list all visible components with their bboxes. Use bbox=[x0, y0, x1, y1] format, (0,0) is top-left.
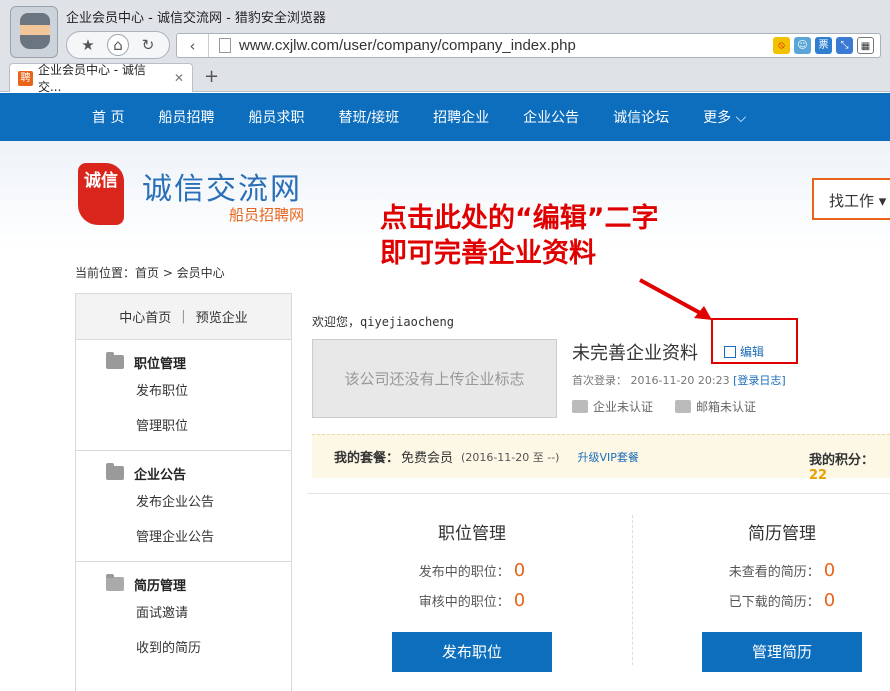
ticket-icon[interactable]: 票 bbox=[815, 37, 832, 54]
last-login: 首次登录： 2016-11-20 20:23 [登录日志] bbox=[572, 374, 786, 387]
nav-relief[interactable]: 替班/接班 bbox=[338, 107, 399, 127]
points: 我的积分：22 bbox=[809, 453, 875, 483]
main-content: 欢迎您，qiyejiaocheng 该公司还没有上传企业标志 未完善企业资料 编… bbox=[292, 293, 890, 691]
browser-chrome: 企业会员中心 - 诚信交流网 - 猎豹安全浏览器 ★ ⌂ ↻ ‹ www.cxj… bbox=[0, 0, 890, 94]
company-verify[interactable]: 企业未认证 bbox=[572, 398, 653, 415]
sidebar-group-announcements: 企业公告 发布企业公告 管理企业公告 bbox=[76, 451, 291, 562]
company-logo-placeholder[interactable]: 该公司还没有上传企业标志 bbox=[312, 339, 557, 418]
back-arrow-icon[interactable]: ‹ bbox=[177, 34, 209, 57]
logo-title[interactable]: 诚信交流网 bbox=[142, 164, 302, 208]
plan-bar: 我的套餐： 免费会员 (2016-11-20 至 --) 升级VIP套餐 我的积分… bbox=[312, 434, 890, 483]
refresh-icon[interactable]: ↻ bbox=[137, 34, 159, 56]
preview-company-link[interactable]: 预览企业 bbox=[196, 307, 248, 326]
sidebar-group-resumes: 简历管理 面试邀请 收到的简历 bbox=[76, 562, 291, 672]
sidebar: 中心首页 | 预览企业 职位管理 发布职位 管理职位 企业公告 发布企业公告 管… bbox=[75, 293, 292, 691]
jobs-review-row: 审核中的职位： 0 bbox=[418, 590, 526, 611]
post-job-button[interactable]: 发布职位 bbox=[392, 632, 552, 672]
resumes-panel: 简历管理 未查看的简历： 0 已下载的简历： 0 管理简历 bbox=[672, 519, 890, 672]
extension-icons: ⦸ ☺ 票 ⤡ ▦ bbox=[773, 37, 874, 54]
chat-icon[interactable]: ☺ bbox=[794, 37, 811, 54]
tab-strip: 聘 企业会员中心 - 诚信交... ✕ + bbox=[0, 63, 890, 94]
find-job-dropdown[interactable]: 找工作 ▾ bbox=[812, 178, 890, 220]
tab-title: 企业会员中心 - 诚信交... bbox=[37, 63, 146, 94]
separator: | bbox=[181, 309, 186, 324]
url-text[interactable]: www.cxjlw.com/user/company/company_index… bbox=[239, 37, 576, 54]
adblock-icon[interactable]: ⦸ bbox=[773, 37, 790, 54]
verification-status: 企业未认证 邮箱未认证 bbox=[572, 398, 756, 415]
login-log-link[interactable]: [登录日志] bbox=[733, 374, 786, 387]
logo-seal[interactable]: 诚信 bbox=[78, 163, 124, 225]
jobs-published-row: 发布中的职位： 0 bbox=[418, 560, 526, 581]
favicon-icon: 聘 bbox=[18, 70, 33, 86]
welcome-text: 欢迎您，qiyejiaocheng bbox=[312, 315, 454, 329]
resumes-panel-title: 简历管理 bbox=[748, 524, 816, 544]
annotation-arrow-icon bbox=[639, 278, 712, 320]
sidebar-group-title: 职位管理 bbox=[76, 350, 291, 374]
panel-separator bbox=[632, 515, 633, 665]
contact-card-icon bbox=[106, 574, 124, 591]
nav-more[interactable]: 更多 ⌵ bbox=[703, 107, 746, 127]
sidebar-group-title: 企业公告 bbox=[76, 461, 291, 485]
jobs-panel-title: 职位管理 bbox=[438, 524, 506, 544]
nav-home[interactable]: 首 页 bbox=[92, 107, 124, 127]
sidebar-item-received-resumes[interactable]: 收到的简历 bbox=[76, 631, 291, 666]
annotation-text: 点击此处的“编辑”二字 即可完善企业资料 bbox=[380, 203, 659, 269]
page-icon bbox=[219, 38, 231, 53]
upgrade-vip-link[interactable]: 升级VIP套餐 bbox=[577, 449, 638, 465]
sidebar-item-interview-invites[interactable]: 面试邀请 bbox=[76, 596, 291, 631]
logo-subtitle: 船员招聘网 bbox=[229, 206, 305, 224]
center-home-link[interactable]: 中心首页 bbox=[119, 307, 171, 326]
tab-active[interactable]: 聘 企业会员中心 - 诚信交... ✕ bbox=[9, 63, 193, 94]
folder-icon bbox=[106, 463, 124, 480]
site-nav: 首 页 船员招聘 船员求职 替班/接班 招聘企业 企业公告 诚信论坛 更多 ⌵ bbox=[0, 93, 890, 141]
nav-crew-jobseek[interactable]: 船员求职 bbox=[248, 107, 304, 127]
jobs-panel: 职位管理 发布中的职位： 0 审核中的职位： 0 发布职位 bbox=[362, 519, 582, 672]
company-name: 未完善企业资料 bbox=[572, 343, 698, 364]
sidebar-group-title: 简历管理 bbox=[76, 572, 291, 596]
screenshot-icon[interactable]: ⤡ bbox=[836, 37, 853, 54]
annotation-highlight-box bbox=[711, 318, 798, 364]
nav-buttons: ★ ⌂ ↻ bbox=[66, 31, 170, 59]
folder-icon bbox=[106, 352, 124, 369]
tab-close-icon[interactable]: ✕ bbox=[174, 71, 184, 85]
nav-crew-recruit[interactable]: 船员招聘 bbox=[158, 107, 214, 127]
user-avatar[interactable] bbox=[10, 6, 58, 58]
breadcrumb: 当前位置：首页 > 会员中心 bbox=[75, 266, 225, 280]
nav-announcements[interactable]: 企业公告 bbox=[523, 107, 579, 127]
home-icon[interactable]: ⌂ bbox=[107, 34, 129, 56]
email-verify-icon bbox=[675, 400, 692, 413]
nav-forum[interactable]: 诚信论坛 bbox=[613, 107, 669, 127]
window-title: 企业会员中心 - 诚信交流网 - 猎豹安全浏览器 bbox=[66, 11, 326, 26]
email-verify[interactable]: 邮箱未认证 bbox=[675, 398, 756, 415]
sidebar-item-manage-jobs[interactable]: 管理职位 bbox=[76, 409, 291, 444]
address-bar[interactable]: ‹ www.cxjlw.com/user/company/company_ind… bbox=[176, 33, 881, 58]
resumes-unviewed-row: 未查看的简历： 0 bbox=[728, 560, 836, 581]
qrcode-icon[interactable]: ▦ bbox=[857, 37, 874, 54]
sidebar-group-jobs: 职位管理 发布职位 管理职位 bbox=[76, 340, 291, 451]
sidebar-item-post-announcement[interactable]: 发布企业公告 bbox=[76, 485, 291, 520]
sidebar-item-post-job[interactable]: 发布职位 bbox=[76, 374, 291, 409]
username: qiyejiaocheng bbox=[360, 315, 454, 329]
nav-companies[interactable]: 招聘企业 bbox=[433, 107, 489, 127]
resumes-downloaded-row: 已下载的简历： 0 bbox=[728, 590, 836, 611]
company-verify-icon bbox=[572, 400, 588, 413]
favorite-star-icon[interactable]: ★ bbox=[77, 34, 99, 56]
sidebar-item-manage-announcements[interactable]: 管理企业公告 bbox=[76, 520, 291, 555]
manage-resumes-button[interactable]: 管理简历 bbox=[702, 632, 862, 672]
new-tab-icon[interactable]: + bbox=[204, 66, 219, 87]
sidebar-top-links: 中心首页 | 预览企业 bbox=[76, 294, 291, 340]
divider bbox=[307, 493, 890, 494]
